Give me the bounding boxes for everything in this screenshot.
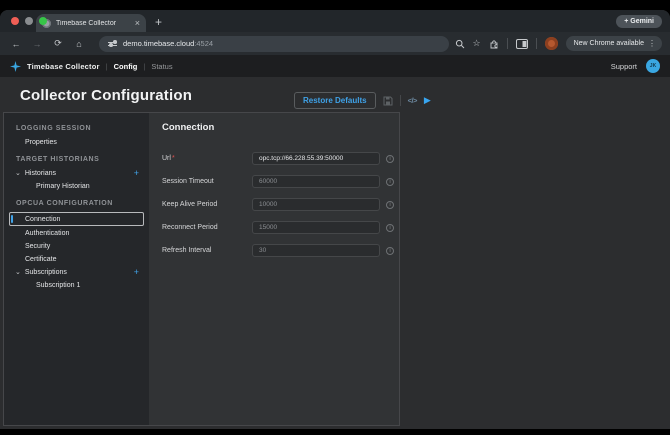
chevron-down-icon[interactable]: ⌄ [15, 170, 21, 177]
sidebar-item-properties[interactable]: Properties [4, 136, 149, 149]
header-divider: | [105, 61, 108, 71]
header-divider: | [143, 61, 146, 71]
new-tab-button[interactable]: + [155, 15, 162, 29]
sidebar-item-label: Security [25, 243, 51, 250]
gemini-button[interactable]: + Gemini [616, 15, 662, 28]
sidebar-item-subscriptions[interactable]: ⌄ Subscriptions + [4, 266, 149, 279]
toolbar-divider [506, 38, 508, 49]
section-header-opcua-configuration: OPCUA CONFIGURATION [16, 200, 113, 207]
forward-icon[interactable]: → [29, 39, 45, 49]
actions-divider [399, 95, 401, 106]
toolbar-right: ☆ New Chrome available ⋮ [455, 36, 662, 51]
field-row-keep-alive-period: Keep Alive Period i [162, 193, 394, 216]
required-asterisk: * [171, 155, 175, 162]
url-port: :4524 [194, 39, 214, 48]
browser-tab[interactable]: Timebase Collector × [36, 14, 146, 32]
fields-container: Url*iSession TimeoutiKeep Alive PeriodiR… [162, 147, 394, 262]
field-label: Session Timeout [162, 178, 214, 185]
sidebar-item-subscription-1[interactable]: Subscription 1 [4, 279, 149, 292]
tab-search-panel-icon[interactable] [515, 38, 528, 49]
save-icon[interactable] [383, 96, 393, 106]
run-collector-icon[interactable]: ▶ [424, 96, 431, 105]
form-title: Connection [162, 122, 215, 133]
reconnect-period-input[interactable] [252, 221, 380, 234]
app-header: Timebase Collector | Config | Status Sup… [0, 55, 670, 77]
add-subscriptions-button[interactable]: + [134, 268, 139, 277]
sidebar-item-security[interactable]: Security [4, 240, 149, 253]
window-controls [11, 17, 47, 25]
field-row-reconnect-period: Reconnect Period i [162, 216, 394, 239]
chevron-down-icon[interactable]: ⌄ [15, 269, 21, 276]
keep-alive-period-input[interactable] [252, 198, 380, 211]
restore-defaults-button[interactable]: Restore Defaults [294, 92, 376, 109]
browser-profile-avatar[interactable] [544, 37, 558, 50]
info-icon[interactable]: i [386, 200, 394, 209]
user-avatar[interactable]: JK [646, 59, 660, 73]
field-label: Reconnect Period [162, 224, 218, 231]
form-area: Connection Url*iSession TimeoutiKeep Ali… [149, 113, 407, 425]
field-label: Refresh Interval [162, 247, 212, 254]
back-icon[interactable]: ← [8, 39, 24, 49]
section-header-logging-session: LOGGING SESSION [16, 125, 92, 132]
browser-window: Timebase Collector × + + Gemini ← → ⟳ ⌂ … [0, 10, 670, 429]
url-input[interactable] [252, 152, 380, 165]
info-icon[interactable]: i [386, 154, 394, 163]
new-chrome-label: New Chrome available [573, 40, 644, 47]
tab-close-icon[interactable]: × [135, 18, 140, 28]
info-icon[interactable]: i [386, 246, 394, 255]
toolbar-divider [535, 38, 537, 49]
page: Collector Configuration Restore Defaults… [0, 77, 670, 429]
sidebar-item-certificate[interactable]: Certificate [4, 253, 149, 266]
refresh-interval-input[interactable] [252, 244, 380, 257]
bookmark-star-icon[interactable]: ☆ [473, 39, 481, 48]
app-brand: Timebase Collector [27, 61, 100, 71]
tab-status[interactable]: Status [151, 62, 172, 71]
sidebar-item-primary-historian[interactable]: Primary Historian [4, 180, 149, 193]
zoom-window-button[interactable] [39, 17, 47, 25]
reload-icon[interactable]: ⟳ [50, 38, 66, 49]
field-row-refresh-interval: Refresh Interval i [162, 239, 394, 262]
info-icon[interactable]: i [386, 223, 394, 232]
url-host: demo.timebase.cloud [123, 39, 195, 48]
home-icon[interactable]: ⌂ [71, 39, 87, 49]
sidebar-item-label: Primary Historian [36, 183, 90, 190]
close-window-button[interactable] [11, 17, 19, 25]
minimize-window-button[interactable] [25, 17, 33, 25]
field-row-url: Url* i [162, 147, 394, 170]
support-link[interactable]: Support [611, 62, 637, 71]
sidebar-item-label: Authentication [25, 230, 70, 237]
new-chrome-button[interactable]: New Chrome available ⋮ [565, 36, 662, 51]
sidebar-item-historians[interactable]: ⌄ Historians + [4, 167, 149, 180]
config-sidebar: LOGGING SESSION Properties TARGET HISTORIA… [4, 113, 149, 425]
sidebar-item-authentication[interactable]: Authentication [4, 227, 149, 240]
site-settings-icon[interactable] [108, 40, 117, 48]
field-label: Keep Alive Period [162, 201, 218, 208]
add-historians-button[interactable]: + [134, 169, 139, 178]
extensions-icon[interactable] [489, 39, 499, 49]
address-bar[interactable]: demo.timebase.cloud:4524 [99, 35, 449, 52]
tab-config[interactable]: Config [114, 62, 138, 71]
code-view-icon[interactable]: </> [408, 96, 418, 105]
page-title: Collector Configuration [20, 87, 193, 104]
tab-strip: Timebase Collector × + + Gemini [0, 10, 670, 32]
field-row-session-timeout: Session Timeout i [162, 170, 394, 193]
session-timeout-input[interactable] [252, 175, 380, 188]
timebase-logo-icon [10, 60, 21, 72]
config-panel: LOGGING SESSION Properties TARGET HISTORIA… [3, 112, 400, 426]
sidebar-item-label: Subscriptions [24, 269, 67, 276]
sidebar-item-label: Historians [24, 170, 56, 177]
section-header-target-historians: TARGET HISTORIANS [16, 156, 100, 163]
page-actions: Restore Defaults </> ▶ [294, 92, 431, 109]
tab-title: Timebase Collector [56, 19, 117, 27]
sidebar-item-label: Connection [25, 215, 61, 223]
sidebar-item-connection[interactable]: Connection [9, 212, 144, 226]
sidebar-item-label: Subscription 1 [36, 282, 81, 289]
browser-toolbar: ← → ⟳ ⌂ demo.timebase.cloud:4524 ☆ New C… [0, 32, 670, 55]
search-icon[interactable] [455, 39, 465, 49]
sidebar-item-label: Certificate [25, 256, 57, 263]
menu-dots-icon[interactable]: ⋮ [648, 39, 656, 48]
info-icon[interactable]: i [386, 177, 394, 186]
field-label: Url* [162, 155, 175, 162]
sidebar-item-label: Properties [25, 139, 57, 146]
